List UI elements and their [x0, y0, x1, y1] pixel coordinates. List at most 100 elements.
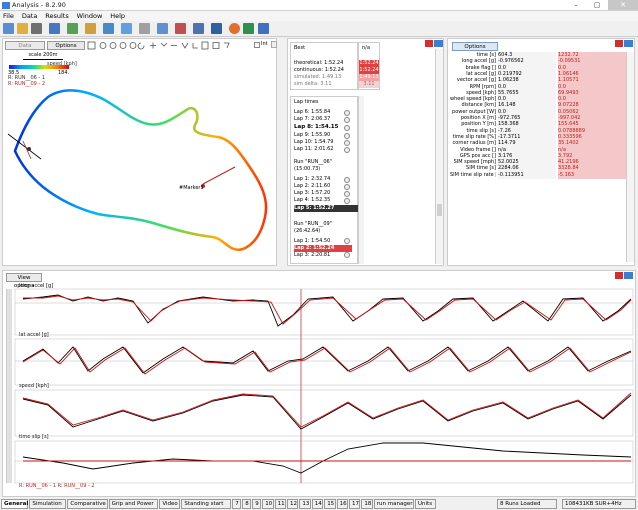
bottom-tab[interactable]: Simulation: [29, 499, 67, 509]
graph-y-scrollbar[interactable]: [6, 289, 12, 483]
bottom-tab[interactable]: 7: [232, 499, 242, 509]
track-map-panel: Data Options Int scale 200m speed [kph] …: [2, 38, 277, 266]
graph-traces[interactable]: [3, 271, 637, 498]
chart-icon[interactable]: [121, 23, 132, 34]
lap-item[interactable]: Lap 1: 1:54.50: [294, 238, 330, 245]
close-button[interactable]: ✕: [608, 0, 638, 10]
channels-table: time [s] 604.3 1232.72 long accel [g] -0.976…: [450, 52, 632, 180]
window-title: Analysis - 8.2.90: [12, 1, 66, 9]
best-header: Best: [294, 45, 306, 51]
track-map[interactable]: [3, 39, 278, 267]
laps-panel-add-icon[interactable]: [434, 40, 443, 47]
laps-panel: Best theoretical: 1:52.24 continuous: 1:…: [287, 38, 444, 266]
lap-item[interactable]: Lap 6: 1:55.84: [294, 109, 330, 116]
menu-file[interactable]: File: [0, 11, 17, 21]
lap-radio[interactable]: [344, 191, 350, 197]
bottom-tab[interactable]: 10: [262, 499, 274, 509]
bottom-tab[interactable]: General: [1, 499, 29, 509]
lap-item[interactable]: Lap 10: 1:54.79: [294, 139, 333, 146]
bottom-tab[interactable]: Comparative: [67, 499, 108, 509]
gauge-icon[interactable]: [229, 23, 240, 34]
bottom-tab[interactable]: 17: [349, 499, 361, 509]
map-icon[interactable]: [157, 23, 168, 34]
clipboard-icon[interactable]: [85, 23, 96, 34]
bottom-tab[interactable]: Units: [415, 499, 436, 509]
lap-item[interactable]: Lap 9: 1:55.90: [294, 132, 330, 139]
lap-radio[interactable]: [344, 133, 350, 139]
lap-item[interactable]: Lap 7: 2:06.37: [294, 116, 330, 123]
lap-item[interactable]: Lap 11: 2:01.62: [294, 146, 333, 153]
lap-radio[interactable]: [344, 198, 350, 204]
lap-item-selected[interactable]: Lap 5: 1:52.27: [294, 205, 360, 212]
table-icon[interactable]: [103, 23, 114, 34]
lap-radio[interactable]: [344, 110, 350, 116]
laps-panel-close-icon[interactable]: [425, 40, 433, 47]
bottom-tab[interactable]: 9: [252, 499, 262, 509]
lap-radio[interactable]: [344, 252, 350, 258]
channels-close-icon[interactable]: [615, 40, 623, 47]
open-folder-icon[interactable]: [17, 23, 28, 34]
lap-radio[interactable]: [344, 184, 350, 190]
bottom-tab[interactable]: 13: [299, 499, 311, 509]
lap-times-header: Lap times: [294, 99, 319, 105]
maximize-button[interactable]: ▢: [587, 0, 607, 10]
bottom-tab[interactable]: 14: [311, 499, 324, 509]
bottom-tab[interactable]: 15: [324, 499, 336, 509]
new-icon[interactable]: [3, 23, 14, 34]
export-icon[interactable]: [67, 23, 78, 34]
channels-panel: Options time [s] 604.3 1232.72 long accel […: [447, 38, 635, 266]
best-val-2: 1:52.24: [359, 67, 379, 74]
settings-icon[interactable]: [258, 23, 269, 34]
menu-results[interactable]: Results: [42, 11, 71, 21]
scrollbar-thumb[interactable]: [437, 204, 442, 216]
save-icon[interactable]: [49, 23, 60, 34]
compare-icon[interactable]: [175, 23, 186, 34]
best-row-4: sim delta: 3.11: [294, 81, 332, 87]
lap-radio[interactable]: [344, 238, 350, 244]
bottom-tab[interactable]: 8: [242, 499, 252, 509]
best-table: Best theoretical: 1:52.24 continuous: 1:…: [290, 42, 358, 90]
menu-window[interactable]: Window: [74, 11, 106, 21]
lap-times-scrollbar[interactable]: [358, 96, 364, 264]
channels-scrollbar[interactable]: [626, 52, 634, 262]
laps-panel-scrollbar[interactable]: [435, 49, 443, 264]
best-val-1: 1:52.24: [359, 60, 379, 67]
lap-radio[interactable]: [344, 140, 350, 146]
bottom-tab[interactable]: 11: [274, 499, 286, 509]
lap-item[interactable]: Lap 4: 1:52.35: [294, 197, 330, 204]
lap-radio[interactable]: [344, 147, 350, 153]
bar-chart-icon[interactable]: [193, 23, 204, 34]
menu-data[interactable]: Data: [19, 11, 41, 21]
bottom-tab[interactable]: 18: [361, 499, 373, 509]
car-position-marker: [27, 147, 31, 151]
bottom-tab[interactable]: run manager: [373, 499, 414, 509]
lap-item[interactable]: Lap 1: 2:32.74: [294, 176, 330, 183]
channels-options-button[interactable]: Options: [452, 42, 498, 51]
play-icon[interactable]: [243, 23, 254, 34]
bottom-tab[interactable]: 12: [287, 499, 299, 509]
print-icon[interactable]: [31, 23, 42, 34]
marker-line: [202, 166, 236, 185]
bottom-tab[interactable]: Standing start: [181, 499, 232, 509]
menu-help[interactable]: Help: [107, 11, 128, 21]
channels-add-icon[interactable]: [624, 40, 633, 47]
status-runs-loaded: 8 Runs Loaded: [497, 499, 557, 509]
bottom-tab[interactable]: Video: [159, 499, 181, 509]
graphs-panel: View options long accel [g] lat accel [g…: [2, 270, 636, 497]
best-val-4: 3.11: [359, 81, 379, 88]
bottom-tab[interactable]: 16: [336, 499, 348, 509]
layout-icon[interactable]: [139, 23, 150, 34]
lap-radio[interactable]: [344, 125, 350, 131]
lap-radio[interactable]: [344, 177, 350, 183]
lap-item[interactable]: Lap 2: 2:11.60: [294, 183, 330, 190]
lap-radio[interactable]: [344, 117, 350, 123]
lap-item-best-run2[interactable]: Lap 2: 1:52.24: [294, 245, 352, 252]
bottom-tab[interactable]: Grip and Power: [108, 499, 159, 509]
grid-icon[interactable]: [211, 23, 222, 34]
lap-item[interactable]: Lap 3: 2:20.81: [294, 252, 330, 259]
run-title: Run "RUN__09": [294, 221, 333, 227]
lap-item-best[interactable]: Lap 8: 1:54.15: [294, 124, 338, 131]
lap-item[interactable]: Lap 3: 1:57.20: [294, 190, 330, 197]
app-icon: [2, 2, 10, 9]
minimize-button[interactable]: –: [566, 0, 586, 10]
